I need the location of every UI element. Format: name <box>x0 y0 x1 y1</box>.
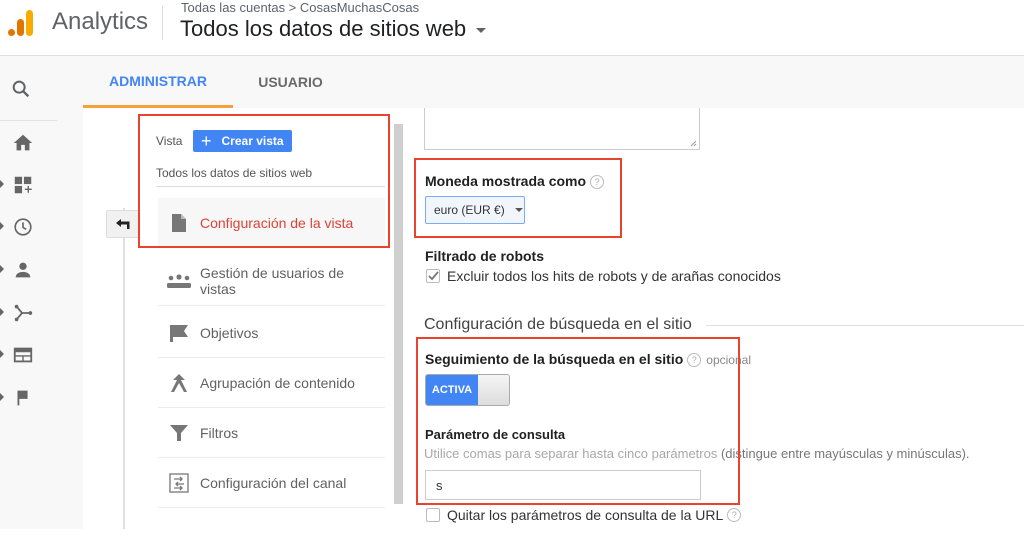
chevron-down-icon <box>476 28 487 33</box>
back-arrow-icon <box>116 219 130 229</box>
menu-item-label: Gestión de usuarios de vistas <box>200 264 344 297</box>
menu-item-goals[interactable]: Objetivos <box>158 308 385 358</box>
audience-icon[interactable] <box>12 259 34 281</box>
bot-filter-text: Excluir todos los hits de robots y de ar… <box>447 268 781 284</box>
expand-arrow-icon[interactable] <box>0 180 4 188</box>
help-icon[interactable]: ? <box>727 508 742 522</box>
conversions-icon[interactable] <box>12 387 34 409</box>
resize-handle-icon[interactable] <box>689 139 697 147</box>
create-view-button[interactable]: + Crear vista <box>193 130 292 152</box>
current-view-name: Todos los datos de sitios web <box>156 166 313 180</box>
top-bar: Analytics Todas las cuentas > CosasMucha… <box>0 0 1024 56</box>
section-divider <box>705 324 1024 326</box>
currency-label: Moneda mostrada como? <box>425 173 605 190</box>
analytics-logo-icon <box>8 10 33 36</box>
breadcrumb[interactable]: Todas las cuentas > CosasMuchasCosas <box>181 0 419 15</box>
currency-value: euro (EUR €) <box>434 203 505 217</box>
users-icon <box>167 273 191 288</box>
nav-divider <box>0 120 57 121</box>
channel-settings-icon <box>169 472 189 493</box>
view-divider <box>156 186 385 187</box>
expand-arrow-icon[interactable] <box>0 393 4 401</box>
menu-item-label: Filtros <box>200 424 239 441</box>
home-icon[interactable] <box>12 132 34 154</box>
view-selector[interactable]: Todos los datos de sitios web <box>180 16 487 42</box>
document-icon <box>172 213 186 232</box>
toggle-label: ACTIVA <box>426 375 478 405</box>
strip-params-row[interactable]: Quitar los parámetros de consulta de la … <box>426 507 742 523</box>
back-button[interactable] <box>106 210 140 238</box>
query-param-hint: Utilice comas para separar hasta cinco p… <box>424 446 970 461</box>
strip-params-checkbox[interactable] <box>426 508 440 522</box>
expand-arrow-icon[interactable] <box>0 222 4 230</box>
menu-item-channel-settings[interactable]: Configuración del canal <box>158 458 385 508</box>
strip-params-text: Quitar los parámetros de consulta de la … <box>447 507 724 523</box>
tab-bar: ADMINISTRAR USUARIO <box>83 56 1024 108</box>
admin-content: Vista + Crear vista Todos los datos de s… <box>83 108 1024 529</box>
textarea-field[interactable] <box>424 108 700 150</box>
view-settings-panel: Moneda mostrada como? euro (EUR €) Filtr… <box>424 108 1024 529</box>
content-grouping-icon <box>171 373 187 392</box>
bot-filter-row[interactable]: Excluir todos los hits de robots y de ar… <box>426 268 781 284</box>
query-param-input[interactable]: s <box>425 470 701 500</box>
help-icon[interactable]: ? <box>590 175 605 190</box>
currency-select[interactable]: euro (EUR €) <box>425 196 525 224</box>
brand-name: Analytics <box>52 8 149 35</box>
flag-icon <box>170 324 188 342</box>
create-view-label: Crear vista <box>221 134 284 148</box>
customization-icon[interactable] <box>12 174 34 196</box>
expand-arrow-icon[interactable] <box>0 308 4 316</box>
menu-item-label: Agrupación de contenido <box>200 374 355 391</box>
help-icon[interactable]: ? <box>687 353 702 368</box>
menu-item-view-user-management[interactable]: Gestión de usuarios de vistas <box>158 256 385 306</box>
expand-arrow-icon[interactable] <box>0 350 4 358</box>
bot-filter-label: Filtrado de robots <box>425 248 544 264</box>
chevron-down-icon <box>514 208 523 212</box>
site-search-tracking-label: Seguimiento de la búsqueda en el sitio? o… <box>425 351 751 368</box>
query-param-label: Parámetro de consulta <box>425 427 566 442</box>
checkmark-icon <box>427 271 439 281</box>
view-column: Vista + Crear vista Todos los datos de s… <box>140 108 388 529</box>
menu-item-content-grouping[interactable]: Agrupación de contenido <box>158 358 385 408</box>
search-icon[interactable] <box>10 78 32 100</box>
menu-item-clipped[interactable] <box>158 508 385 558</box>
acquisition-icon[interactable] <box>12 302 34 324</box>
toggle-knob <box>478 375 509 405</box>
filter-icon <box>170 424 188 441</box>
bot-filter-checkbox[interactable] <box>426 269 440 283</box>
expand-arrow-icon[interactable] <box>0 265 4 273</box>
brand-divider <box>162 6 163 40</box>
optional-label: opcional <box>706 353 751 367</box>
vista-label: Vista <box>156 134 183 148</box>
menu-item-label: Configuración de la vista <box>200 214 354 231</box>
menu-item-label: Configuración del canal <box>200 474 347 491</box>
scrollbar[interactable] <box>394 124 403 504</box>
menu-item-filters[interactable]: Filtros <box>158 408 385 458</box>
realtime-icon[interactable] <box>12 216 34 238</box>
behavior-icon[interactable] <box>12 344 34 366</box>
menu-item-view-settings[interactable]: Configuración de la vista <box>158 198 385 248</box>
site-search-section-heading: Configuración de búsqueda en el sitio <box>424 316 1024 334</box>
left-nav <box>0 56 83 529</box>
menu-item-label: Objetivos <box>200 324 259 341</box>
view-title: Todos los datos de sitios web <box>180 16 467 41</box>
site-search-toggle[interactable]: ACTIVA <box>425 374 510 406</box>
plus-icon: + <box>201 131 212 151</box>
tab-usuario[interactable]: USUARIO <box>233 56 348 108</box>
column-divider <box>123 208 125 529</box>
tab-administrar[interactable]: ADMINISTRAR <box>83 56 233 108</box>
